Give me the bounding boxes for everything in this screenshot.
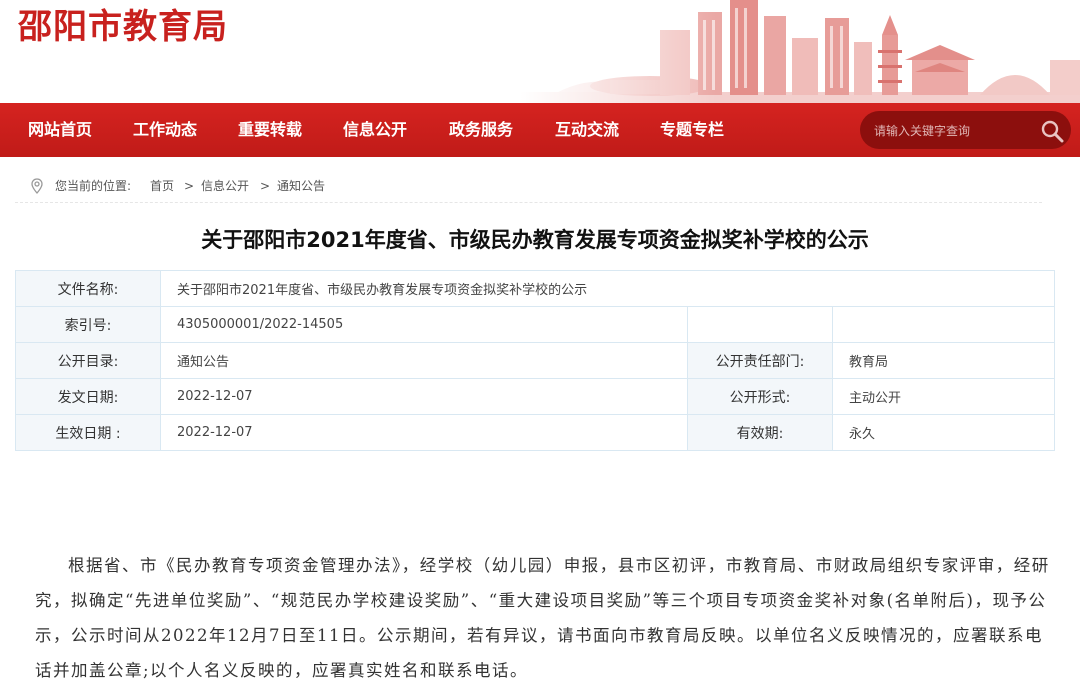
index-label: 索引号: — [15, 306, 161, 343]
breadcrumb-separator: > — [184, 179, 195, 193]
nav-item-info-disclosure[interactable]: 信息公开 — [343, 103, 407, 157]
search-box — [860, 111, 1071, 151]
table-row: 公开目录: 通知公告 公开责任部门: 教育局 — [15, 342, 1056, 379]
table-row: 索引号: 4305000001/2022-14505 — [15, 306, 1056, 343]
file-name-value: 关于邵阳市2021年度省、市级民办教育发展专项资金拟奖补学校的公示 — [159, 270, 1056, 307]
article-body: 根据省、市《民办教育专项资金管理办法》，经学校（幼儿园）申报，县市区初评，市教育… — [35, 556, 1050, 680]
nav-item-reprints[interactable]: 重要转载 — [238, 103, 302, 157]
location-pin-icon — [31, 178, 43, 194]
effective-date-label: 生效日期 : — [15, 414, 161, 451]
table-row: 文件名称: 关于邵阳市2021年度省、市级民办教育发展专项资金拟奖补学校的公示 — [15, 270, 1056, 307]
article-meta-table: 文件名称: 关于邵阳市2021年度省、市级民办教育发展专项资金拟奖补学校的公示 … — [15, 270, 1056, 451]
form-label: 公开形式: — [687, 378, 833, 415]
nav-item-work-news[interactable]: 工作动态 — [133, 103, 197, 157]
dept-label: 公开责任部门: — [687, 342, 833, 379]
empty-cell — [687, 306, 833, 343]
issue-date-label: 发文日期: — [15, 378, 161, 415]
index-value: 4305000001/2022-14505 — [160, 306, 688, 343]
issue-date-value: 2022-12-07 — [160, 378, 688, 415]
search-input[interactable] — [872, 111, 1036, 151]
nav-item-home[interactable]: 网站首页 — [28, 103, 92, 157]
catalog-value: 通知公告 — [160, 342, 688, 379]
breadcrumb-notices[interactable]: 通知公告 — [277, 172, 325, 200]
file-name-label: 文件名称: — [15, 270, 161, 307]
article-title: 关于邵阳市2021年度省、市级民办教育发展专项资金拟奖补学校的公示 — [201, 228, 869, 252]
empty-cell — [831, 306, 1056, 343]
search-icon[interactable] — [1040, 119, 1064, 143]
site-title[interactable]: 邵阳市教育局 — [18, 5, 228, 49]
effective-date-value: 2022-12-07 — [160, 414, 688, 451]
table-row: 生效日期 : 2022-12-07 有效期: 永久 — [15, 414, 1056, 451]
city-skyline-illustration — [520, 0, 1080, 103]
validity-label: 有效期: — [687, 414, 833, 451]
form-value: 主动公开 — [831, 378, 1056, 415]
nav-item-special-topics[interactable]: 专题专栏 — [660, 103, 724, 157]
dept-value: 教育局 — [831, 342, 1056, 379]
breadcrumb: 您当前的位置: 首页 > 信息公开 > 通知公告 — [15, 172, 1042, 203]
site-header: 邵阳市教育局 — [0, 0, 1080, 103]
validity-value: 永久 — [831, 414, 1056, 451]
breadcrumb-separator: > — [260, 179, 271, 193]
breadcrumb-info-disclosure[interactable]: 信息公开 — [201, 172, 249, 200]
nav-item-interaction[interactable]: 互动交流 — [555, 103, 619, 157]
breadcrumb-prefix: 您当前的位置: — [55, 179, 132, 193]
breadcrumb-home[interactable]: 首页 — [150, 172, 174, 200]
nav-item-gov-services[interactable]: 政务服务 — [449, 103, 513, 157]
table-row: 发文日期: 2022-12-07 公开形式: 主动公开 — [15, 378, 1056, 415]
catalog-label: 公开目录: — [15, 342, 161, 379]
